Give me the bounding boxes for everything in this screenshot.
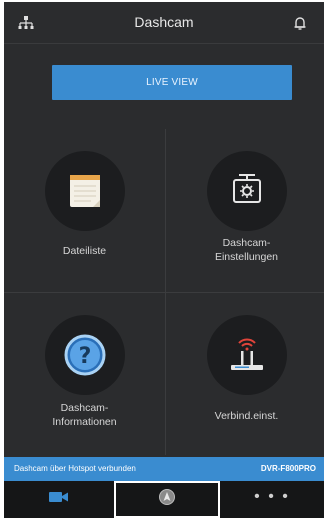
tile-label-line: Dashcam- — [60, 402, 109, 414]
tile-label: Dashcam- Informationen — [4, 401, 165, 429]
tile-label: Dashcam- Einstellungen — [166, 236, 324, 264]
bottom-nav: • • • — [4, 481, 324, 518]
app-screen: Dashcam LIVE VIEW Dateiliste Dashcam- Ei… — [4, 2, 324, 518]
feature-grid: Dateiliste Dashcam- Einstellungen ? Dash… — [4, 129, 324, 455]
tile-label-line: Dashcam- — [222, 237, 271, 249]
question-icon: ? — [44, 315, 125, 395]
tile-label: Verbind.einst. — [214, 410, 279, 422]
more-icon: • • • — [254, 487, 290, 505]
nav-item-more[interactable]: • • • — [220, 481, 324, 518]
tile-dashcam-settings[interactable]: Dashcam- Einstellungen — [166, 129, 324, 292]
bell-icon[interactable] — [290, 13, 310, 33]
nav-item-navigation[interactable] — [114, 481, 220, 518]
status-message: Dashcam über Hotspot verbunden — [14, 464, 136, 473]
tile-label: Dateiliste — [62, 245, 107, 257]
dashcam-settings-icon — [206, 151, 287, 231]
wifi-router-icon — [206, 315, 287, 395]
connection-status-bar: Dashcam über Hotspot verbunden DVR-F800P… — [4, 457, 324, 481]
device-name: DVR-F800PRO — [260, 464, 316, 473]
page-title: Dashcam — [134, 14, 194, 30]
navigation-icon — [158, 488, 176, 511]
svg-text:?: ? — [78, 344, 91, 369]
tile-connection-settings[interactable]: Verbind.einst. — [166, 293, 324, 456]
top-bar: Dashcam — [4, 2, 324, 44]
tile-label-line: Einstellungen — [214, 251, 279, 263]
tile-dashcam-info[interactable]: ? Dashcam- Informationen — [4, 293, 165, 456]
nav-item-video[interactable] — [4, 481, 114, 518]
tile-label-line: Informationen — [52, 416, 117, 428]
live-view-button[interactable]: LIVE VIEW — [52, 65, 292, 100]
video-camera-icon — [48, 490, 70, 509]
notepad-icon — [44, 151, 125, 231]
tile-file-list[interactable]: Dateiliste — [4, 129, 165, 292]
